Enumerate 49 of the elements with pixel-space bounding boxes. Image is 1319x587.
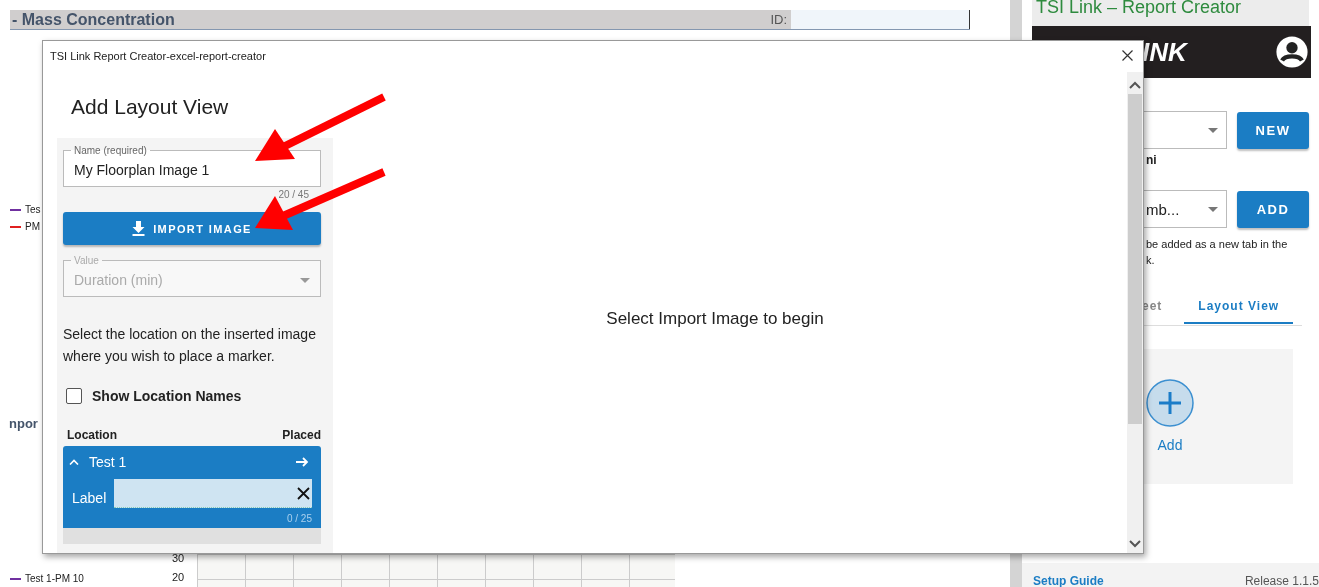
legend-label: Tes: [25, 204, 41, 215]
hint-text: k.: [1146, 253, 1156, 268]
checkbox-label[interactable]: Show Location Names: [92, 388, 242, 404]
hint-text: be added as a new tab in the: [1146, 237, 1289, 252]
chevron-icon[interactable]: [69, 458, 79, 465]
location-item[interactable]: Test 1 Label 0 / 25: [63, 446, 321, 528]
panel-title: TSI Link – Report Creator: [1032, 0, 1309, 26]
scroll-thumb[interactable]: [1128, 94, 1142, 424]
checkbox[interactable]: [66, 388, 82, 404]
release-text: Release 1.1.5: [1244, 574, 1319, 587]
sheet-title: - Mass Concentration: [12, 10, 175, 29]
scroll-down-icon[interactable]: [1129, 540, 1141, 548]
name-field[interactable]: Name (required) My Floorplan Image 1: [63, 145, 321, 187]
arrow-right-icon[interactable]: [296, 456, 309, 467]
window-title: TSI Link Report Creator-excel-report-creator: [50, 49, 266, 62]
legend-label: PM: [25, 221, 40, 232]
axis-tick-label: 30: [172, 552, 185, 564]
column-header: Location: [67, 428, 117, 442]
location-name: Test 1: [89, 453, 128, 470]
clear-icon[interactable]: [297, 486, 310, 500]
caret-icon: [300, 277, 310, 283]
label-input-field[interactable]: [114, 479, 312, 508]
legend-label: Test 1-PM 10: [25, 573, 84, 584]
download-icon: [132, 221, 146, 236]
column-header: Placed: [282, 428, 321, 442]
new-button[interactable]: NEW: [1237, 111, 1309, 149]
scrollbar[interactable]: [1127, 72, 1143, 553]
caret-icon: [1208, 127, 1218, 133]
tab[interactable]: Layout View: [1184, 298, 1294, 324]
close-icon[interactable]: [1122, 50, 1133, 61]
scroll-up-icon[interactable]: [1129, 81, 1141, 89]
character-counter: 0 / 25: [285, 512, 312, 526]
caret-icon: [1208, 206, 1218, 212]
add-label[interactable]: Add: [1157, 437, 1183, 453]
logo-text: INK: [1142, 36, 1187, 68]
label-caption: Label: [72, 490, 107, 506]
add-button[interactable]: ADD: [1237, 190, 1309, 228]
empty-state-message: Select Import Image to begin: [606, 308, 824, 329]
import-image-button[interactable]: IMPORT IMAGE: [63, 212, 321, 245]
character-counter: 20 / 45: [277, 189, 309, 202]
plus-circle-icon[interactable]: [1146, 379, 1194, 427]
instructions-text: Select the location on the inserted image where you wish to place a marker.: [63, 325, 317, 366]
user-account-icon[interactable]: [1275, 35, 1309, 69]
dialog-heading: Add Layout View: [71, 95, 230, 120]
setup-guide-link[interactable]: Setup Guide: [1033, 574, 1104, 587]
axis-tick-label: 20: [172, 571, 185, 583]
caption-text: ni: [1146, 153, 1158, 167]
id-label: ID:: [770, 12, 787, 27]
section-heading: npor: [9, 416, 38, 431]
